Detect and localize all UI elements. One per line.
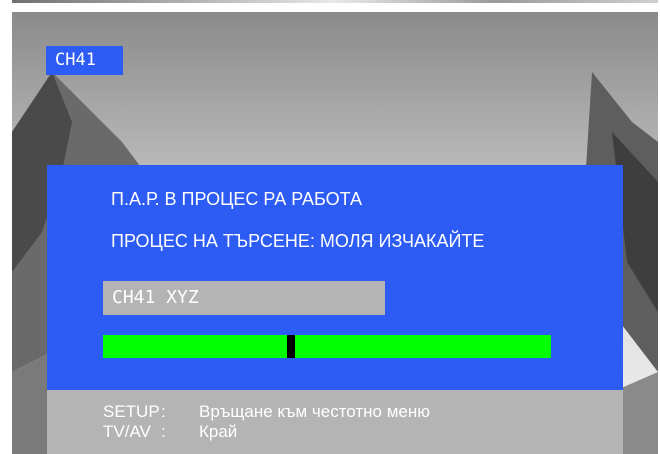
separator: : [161,422,166,441]
channel-name-field: CH41 XYZ [103,281,385,315]
channel-indicator: CH41 [46,46,123,75]
status-message: П.А.Р. В ПРОЦЕС РА РАБОТА [111,189,363,209]
help-line-setup: SETUP: Връщане към честотно меню [103,402,430,422]
help-line-tvav: TV/AV: Край [103,422,237,442]
search-progress-bar [103,335,551,358]
setup-action-label: Връщане към честотно меню [199,402,431,421]
wait-message: ПРОЦЕС НА ТЪРСЕНЕ: МОЛЯ ИЗЧАКАЙТЕ [111,231,485,251]
progress-marker [287,335,295,358]
auto-tune-dialog: П.А.Р. В ПРОЦЕС РА РАБОТА ПРОЦЕС НА ТЪРС… [47,165,623,390]
tvav-key-label: TV/AV [103,422,151,441]
setup-key-label: SETUP [103,402,160,421]
tvav-action-label: Край [199,422,238,441]
key-help-bar: SETUP: Връщане към честотно меню TV/AV: Кр… [47,390,623,454]
previous-frame-strip [12,0,658,3]
tv-screen: CH41 П.А.Р. В ПРОЦЕС РА РАБОТА ПРОЦЕС НА… [12,12,658,454]
separator: : [161,402,166,421]
